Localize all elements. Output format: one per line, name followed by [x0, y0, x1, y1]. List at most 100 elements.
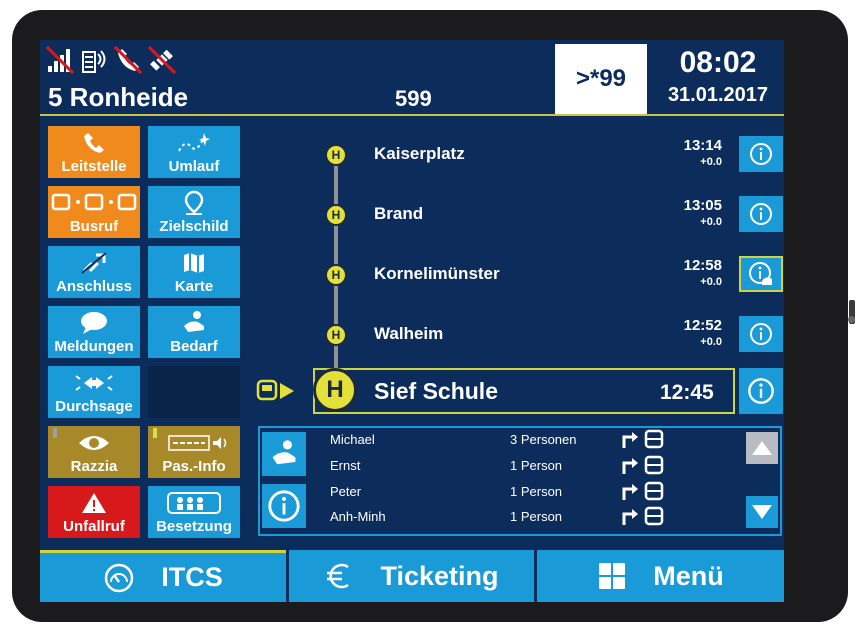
tile-label: Umlauf: [168, 158, 220, 175]
tile-zielschild[interactable]: Zielschild: [148, 186, 240, 238]
passenger-row: Anh-Minh 1 Person: [330, 505, 690, 529]
stop-delay: +0.0: [700, 336, 722, 348]
tile-anschluss[interactable]: Anschluss: [48, 246, 140, 298]
arrow-up-icon: [752, 441, 772, 455]
stop-time-value: 13:05: [683, 197, 722, 214]
current-stop-marker: H: [313, 368, 357, 412]
passenger-name: Peter: [330, 484, 362, 499]
stop-marker: H: [325, 204, 347, 226]
tile-label: Razzia: [70, 458, 118, 475]
destination-pin-icon: [184, 190, 204, 215]
speedometer-icon: [104, 563, 134, 592]
info-icon: [750, 203, 772, 225]
tile-bedarf[interactable]: Bedarf: [148, 306, 240, 358]
nav-tab-itcs[interactable]: ITCS: [40, 550, 286, 602]
warning-icon: [82, 493, 106, 513]
route-icon: [178, 133, 210, 152]
stop-delay: +0.0: [700, 156, 722, 168]
stop-time-value: 12:52: [683, 317, 722, 334]
tile-label: Bedarf: [170, 338, 218, 355]
passenger-row: Michael 3 Personen: [330, 428, 690, 452]
device-camera: [848, 316, 855, 323]
turn-bus-icon: [622, 429, 664, 449]
tile-pas-info[interactable]: Pas.-Info: [148, 426, 240, 478]
passenger-row: Peter 1 Person: [330, 480, 690, 504]
delay-indicator: >*99: [555, 44, 647, 114]
tile-busruf[interactable]: Busruf: [48, 186, 140, 238]
phone-off-icon: [114, 46, 142, 74]
status-icon-group: [46, 46, 176, 74]
line-and-destination: 5 Ronheide: [48, 82, 189, 112]
tile-label: Unfallruf: [63, 518, 125, 535]
bus-call-icon: [51, 193, 137, 211]
stop-time: 12:58 +0.0: [652, 258, 722, 290]
stop-info-button[interactable]: [739, 316, 783, 352]
passenger-count: 1 Person: [510, 458, 563, 473]
tile-meldungen[interactable]: Meldungen: [48, 306, 140, 358]
tile-karte[interactable]: Karte: [148, 246, 240, 298]
course-number: 599: [395, 86, 432, 111]
info-speaker-icon: [168, 435, 227, 451]
turn-bus-icon: [622, 455, 664, 475]
scroll-up-button[interactable]: [746, 432, 778, 464]
announcement-icon: [75, 375, 113, 391]
tile-leitstelle[interactable]: Leitstelle: [48, 126, 140, 178]
eye-icon: [79, 436, 109, 450]
info-icon: [750, 323, 772, 345]
wheelchair-icon: [272, 440, 296, 465]
occupancy-icon: [167, 492, 221, 514]
stop-time-value: 12:58: [683, 257, 722, 274]
tile-label: Busruf: [69, 218, 119, 235]
wheelchair-icon: [184, 311, 204, 332]
status-bar: 5 Ronheide 599 >*99 08:02 31.01.2017: [40, 40, 784, 116]
stop-name: Kaiserplatz: [374, 144, 465, 163]
stop-name: Brand: [374, 204, 424, 223]
stop-marker: H: [325, 264, 347, 286]
scroll-down-button[interactable]: [746, 496, 778, 528]
stop-time: 12:52 +0.0: [652, 318, 722, 350]
info-icon: [748, 378, 774, 404]
passenger-count: 1 Person: [510, 509, 563, 524]
tile-label: Besetzung: [156, 518, 232, 535]
passenger-name: Anh-Minh: [330, 509, 386, 524]
nav-label: Ticketing: [380, 560, 499, 591]
stop-delay: +0.0: [700, 216, 722, 228]
grid-menu-icon: [599, 563, 626, 589]
stop-time-value: 13:14: [683, 137, 722, 154]
stop-info-button[interactable]: [739, 196, 783, 232]
tile-empty: [148, 366, 240, 418]
passenger-info-button[interactable]: [262, 484, 306, 528]
stop-name: Walheim: [374, 324, 444, 343]
stop-marker: H: [325, 144, 347, 166]
tile-umlauf[interactable]: Umlauf: [148, 126, 240, 178]
nav-label: ITCS: [161, 562, 223, 592]
phone-icon: [84, 133, 104, 153]
current-stop-name: Sief Schule: [374, 378, 498, 404]
tile-durchsage[interactable]: Durchsage: [48, 366, 140, 418]
turn-bus-icon: [622, 481, 664, 501]
nav-label: Menü: [653, 560, 724, 591]
tile-label: Zielschild: [159, 218, 229, 235]
tile-unfallruf[interactable]: Unfallruf: [48, 486, 140, 538]
stop-delay: +0.0: [700, 276, 722, 288]
passenger-count: 3 Personen: [510, 432, 577, 447]
passenger-row: Ernst 1 Person: [330, 454, 690, 478]
nav-tab-ticketing[interactable]: Ticketing: [289, 550, 534, 602]
itcs-screen: 5 Ronheide 599 >*99 08:02 31.01.2017 Lei…: [40, 40, 784, 602]
current-stop-time: 12:45: [660, 381, 714, 404]
wheelchair-requests-button[interactable]: [262, 432, 306, 476]
arrow-down-icon: [752, 505, 772, 519]
accessibility-info-icon: [749, 262, 772, 285]
stop-info-button[interactable]: [739, 136, 783, 172]
wlan-icon: [82, 50, 106, 73]
info-icon: [750, 143, 772, 165]
message-icon: [81, 312, 107, 334]
tile-razzia[interactable]: Razzia: [48, 426, 140, 478]
stop-name: Kornelimünster: [374, 264, 500, 283]
stop-accessibility-button[interactable]: [739, 256, 783, 292]
info-icon: [268, 490, 300, 522]
current-stop-info-button[interactable]: [739, 368, 783, 414]
nav-tab-menu[interactable]: Menü: [537, 550, 784, 602]
stop-marker: H: [325, 324, 347, 346]
tile-besetzung[interactable]: Besetzung: [148, 486, 240, 538]
